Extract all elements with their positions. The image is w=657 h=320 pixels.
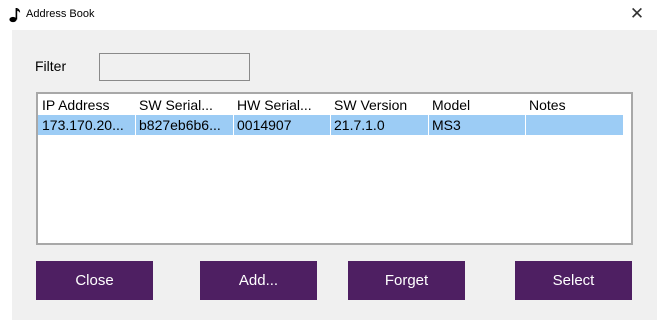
select-button[interactable]: Select (515, 261, 632, 300)
close-icon: ✕ (629, 4, 645, 24)
cell-hw-serial: 0014907 (237, 117, 292, 133)
cell-divider (525, 115, 526, 135)
music-note-icon (9, 8, 21, 23)
cell-ip-address: 173.170.20... (42, 117, 124, 133)
cell-notes (529, 115, 621, 133)
close-window-button[interactable]: ✕ (625, 2, 649, 26)
dialog-body: Filter IP Address SW Serial... HW Serial… (12, 30, 657, 320)
table-header: IP Address SW Serial... HW Serial... SW … (38, 96, 631, 114)
cell-divider (135, 115, 136, 135)
forget-button[interactable]: Forget (348, 261, 465, 300)
cell-sw-version: 21.7.1.0 (334, 117, 385, 133)
column-header-hw-serial[interactable]: HW Serial... (237, 96, 329, 114)
filter-input[interactable] (99, 53, 250, 81)
cell-divider (330, 115, 331, 135)
cell-model: MS3 (432, 117, 461, 133)
column-header-ip-address[interactable]: IP Address (42, 96, 134, 114)
cell-divider (428, 115, 429, 135)
column-header-model[interactable]: Model (432, 96, 524, 114)
cell-divider (233, 115, 234, 135)
address-table[interactable]: IP Address SW Serial... HW Serial... SW … (36, 92, 633, 245)
column-header-notes[interactable]: Notes (529, 96, 621, 114)
cell-sw-serial: b827eb6b6... (139, 117, 221, 133)
column-header-sw-serial[interactable]: SW Serial... (139, 96, 231, 114)
window-title: Address Book (26, 8, 95, 20)
filter-label: Filter (35, 58, 67, 74)
table-row[interactable]: 173.170.20... b827eb6b6... 0014907 21.7.… (38, 115, 631, 135)
close-button[interactable]: Close (36, 261, 153, 300)
add-button[interactable]: Add... (200, 261, 317, 300)
column-header-sw-version[interactable]: SW Version (334, 96, 426, 114)
title-bar: Address Book ✕ (0, 0, 657, 30)
